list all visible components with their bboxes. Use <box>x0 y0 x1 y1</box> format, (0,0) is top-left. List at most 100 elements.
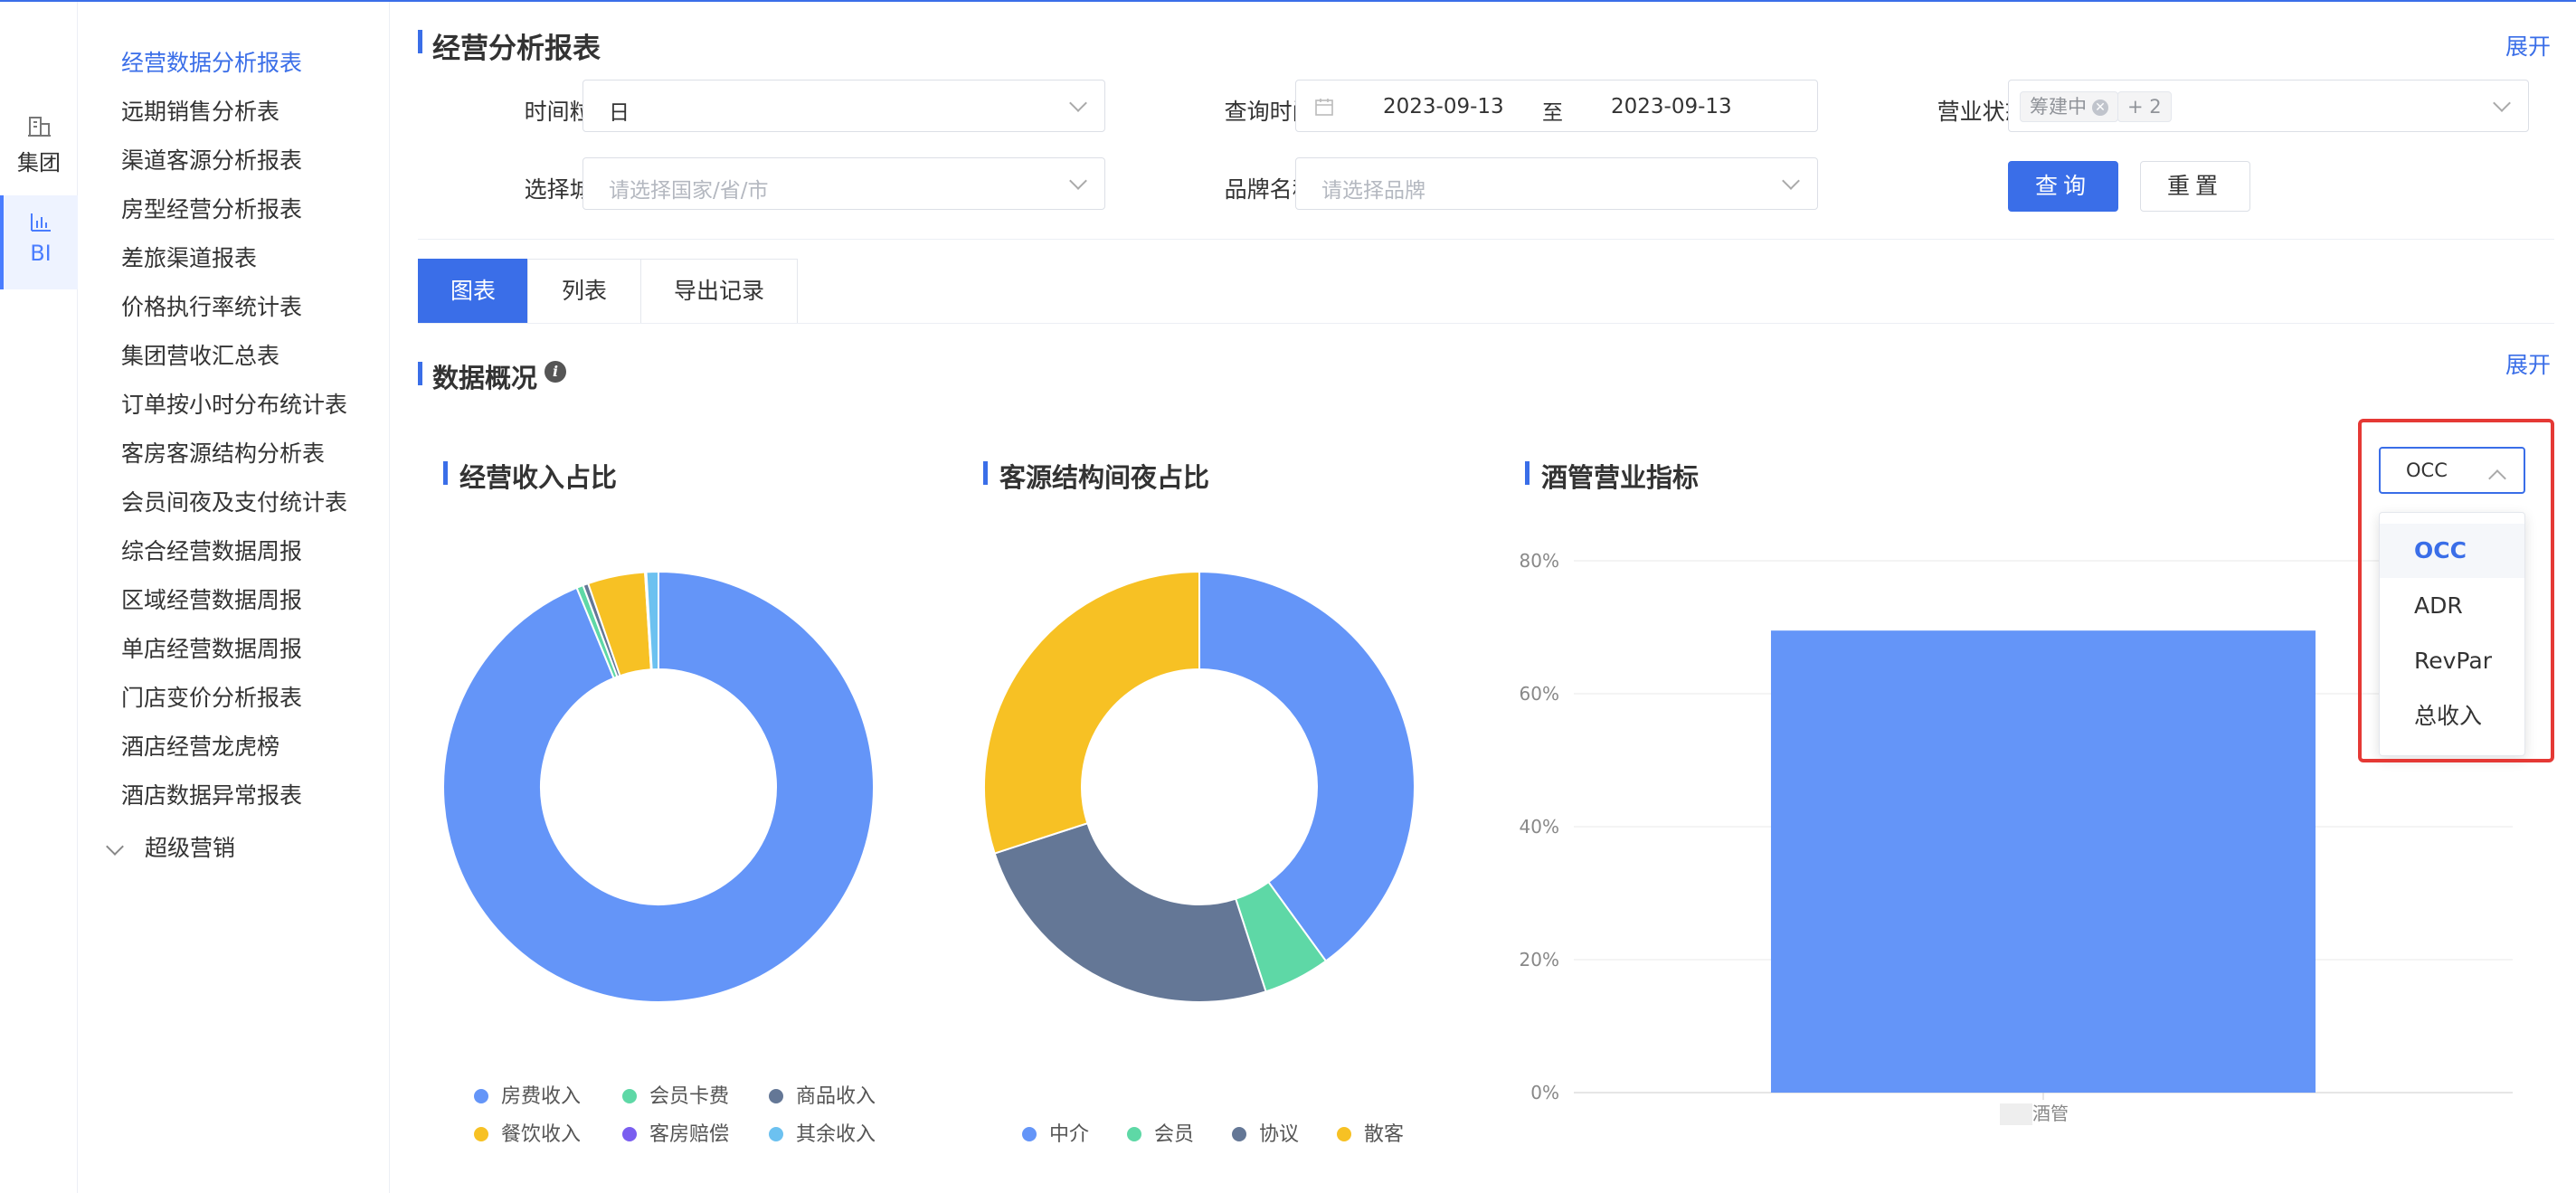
expand-overview-link[interactable]: 展开 <box>2505 347 2551 380</box>
brand-select[interactable]: 请选择品牌 <box>1295 157 1818 210</box>
expand-filters-link[interactable]: 展开 <box>2505 29 2551 62</box>
legend-label: 会员 <box>1154 1123 1195 1146</box>
menu-item[interactable]: 价格执行率统计表 <box>121 289 302 322</box>
info-icon[interactable]: i <box>545 361 566 383</box>
date-start[interactable]: 2023-09-13 <box>1383 95 1504 118</box>
chart-title-accent <box>443 461 448 485</box>
redacted-label-block <box>2000 1103 2032 1125</box>
tab-list[interactable]: 列表 <box>527 259 641 324</box>
menu-item[interactable]: 综合经营数据周报 <box>121 534 302 566</box>
menu-item[interactable]: 区域经营数据周报 <box>121 582 302 615</box>
chevron-down-icon <box>1782 172 1800 190</box>
legend-dot <box>474 1127 488 1141</box>
legend-label: 餐饮收入 <box>501 1123 582 1146</box>
legend-item[interactable]: 会员 <box>1127 1118 1194 1147</box>
module-bi[interactable]: BI <box>0 195 78 289</box>
legend-item[interactable]: 中介 <box>1022 1118 1089 1147</box>
menu-item[interactable]: 订单按小时分布统计表 <box>121 387 347 420</box>
menu-item[interactable]: 渠道客源分析报表 <box>121 143 302 175</box>
date-range-picker[interactable]: 2023-09-13 至 2023-09-13 <box>1295 80 1818 132</box>
legend-dot <box>622 1089 637 1103</box>
legend-item[interactable]: 会员卡费 <box>622 1080 729 1109</box>
y-tick-label: 60% <box>1520 683 1559 705</box>
donut-slice[interactable] <box>993 821 1267 1003</box>
menu-item[interactable]: 差旅渠道报表 <box>121 241 257 273</box>
filter-divider <box>418 239 2554 240</box>
revenue-chart-title: 经营收入占比 <box>459 462 618 493</box>
y-tick-label: 0% <box>1530 1082 1559 1103</box>
legend-item[interactable]: 协议 <box>1232 1118 1299 1147</box>
menu-item[interactable]: 酒店经营龙虎榜 <box>121 729 279 762</box>
bar[interactable] <box>1770 630 2316 1093</box>
title-accent <box>418 30 422 53</box>
y-tick-label: 20% <box>1520 949 1559 970</box>
calendar-icon <box>1315 99 1333 116</box>
legend-label: 商品收入 <box>796 1085 876 1108</box>
page-title: 经营分析报表 <box>432 33 601 65</box>
chevron-down-icon <box>1069 172 1087 190</box>
main-content: 经营分析报表 展开 时间粒度: 日 查询时间: 2023-09-13 至 202… <box>418 2 2576 1193</box>
granularity-select[interactable]: 日 <box>582 80 1105 132</box>
legend-dot <box>1337 1127 1351 1141</box>
legend-label: 会员卡费 <box>649 1085 730 1108</box>
granularity-value: 日 <box>609 101 630 125</box>
revenue-donut-chart <box>442 570 875 1003</box>
source-chart-title: 客源结构间夜占比 <box>999 462 1210 493</box>
legend-dot <box>769 1127 783 1141</box>
highlight-annotation-box <box>2358 419 2554 762</box>
module-group[interactable]: 集团 <box>0 112 78 176</box>
menu-item[interactable]: 酒店数据异常报表 <box>121 778 302 810</box>
menu-group-label: 超级营销 <box>145 835 236 861</box>
donut-slice[interactable] <box>983 570 1200 855</box>
indicator-chart-title: 酒管营业指标 <box>1541 462 1700 493</box>
chevron-down-icon <box>2493 94 2511 112</box>
module-bi-label: BI <box>30 241 52 266</box>
source-donut-chart <box>983 570 1416 1003</box>
legend-item[interactable]: 散客 <box>1337 1118 1404 1147</box>
legend-label: 客房赔偿 <box>649 1123 730 1146</box>
y-tick-label: 80% <box>1520 550 1559 572</box>
legend-dot <box>1232 1127 1246 1141</box>
menu-item[interactable]: 客房客源结构分析表 <box>121 436 325 469</box>
legend-item[interactable]: 客房赔偿 <box>622 1118 729 1147</box>
legend-item[interactable]: 商品收入 <box>769 1080 876 1109</box>
legend-dot <box>1022 1127 1037 1141</box>
menu-item[interactable]: 单店经营数据周报 <box>121 631 302 664</box>
legend-dot <box>1127 1127 1141 1141</box>
query-button[interactable]: 查询 <box>2008 161 2118 212</box>
menu-item[interactable]: 经营数据分析报表 <box>121 45 302 78</box>
status-tag-text: 筹建中 <box>2030 96 2087 118</box>
legend-label: 协议 <box>1259 1123 1300 1146</box>
legend-label: 其余收入 <box>796 1123 876 1146</box>
menu-item[interactable]: 房型经营分析报表 <box>121 192 302 224</box>
legend-item[interactable]: 其余收入 <box>769 1118 876 1147</box>
legend-label: 中介 <box>1049 1123 1090 1146</box>
date-end[interactable]: 2023-09-13 <box>1611 95 1732 118</box>
city-select[interactable]: 请选择国家/省/市 <box>582 157 1105 210</box>
legend-item[interactable]: 餐饮收入 <box>474 1118 581 1147</box>
tab-chart[interactable]: 图表 <box>418 259 528 324</box>
legend-label: 房费收入 <box>501 1085 582 1108</box>
bar-chart-icon <box>31 213 51 232</box>
tab-export-records[interactable]: 导出记录 <box>640 259 798 324</box>
x-tick-label: 酒管 <box>2032 1103 2069 1124</box>
menu-item[interactable]: 集团营收汇总表 <box>121 338 279 371</box>
menu-item[interactable]: 会员间夜及支付统计表 <box>121 485 347 517</box>
menu-group-super-marketing[interactable]: 超级营销 <box>96 830 235 863</box>
chevron-down-icon <box>106 838 124 856</box>
chart-title-accent <box>983 461 988 485</box>
legend-dot <box>769 1089 783 1103</box>
legend-item[interactable]: 房费收入 <box>474 1080 581 1109</box>
building-icon <box>28 117 51 137</box>
menu-item[interactable]: 门店变价分析报表 <box>121 680 302 713</box>
legend-dot <box>474 1089 488 1103</box>
status-multiselect[interactable]: 筹建中 ✕ + 2 <box>2008 80 2529 132</box>
status-tag[interactable]: 筹建中 ✕ <box>2020 91 2118 122</box>
overview-title: 数据概况 <box>432 363 538 393</box>
tag-close-icon[interactable]: ✕ <box>2092 99 2108 116</box>
tab-divider <box>418 323 2554 324</box>
menu-item[interactable]: 远期销售分析表 <box>121 94 279 127</box>
chevron-down-icon <box>1069 94 1087 112</box>
brand-placeholder: 请选择品牌 <box>1321 179 1425 203</box>
reset-button[interactable]: 重置 <box>2140 161 2250 212</box>
